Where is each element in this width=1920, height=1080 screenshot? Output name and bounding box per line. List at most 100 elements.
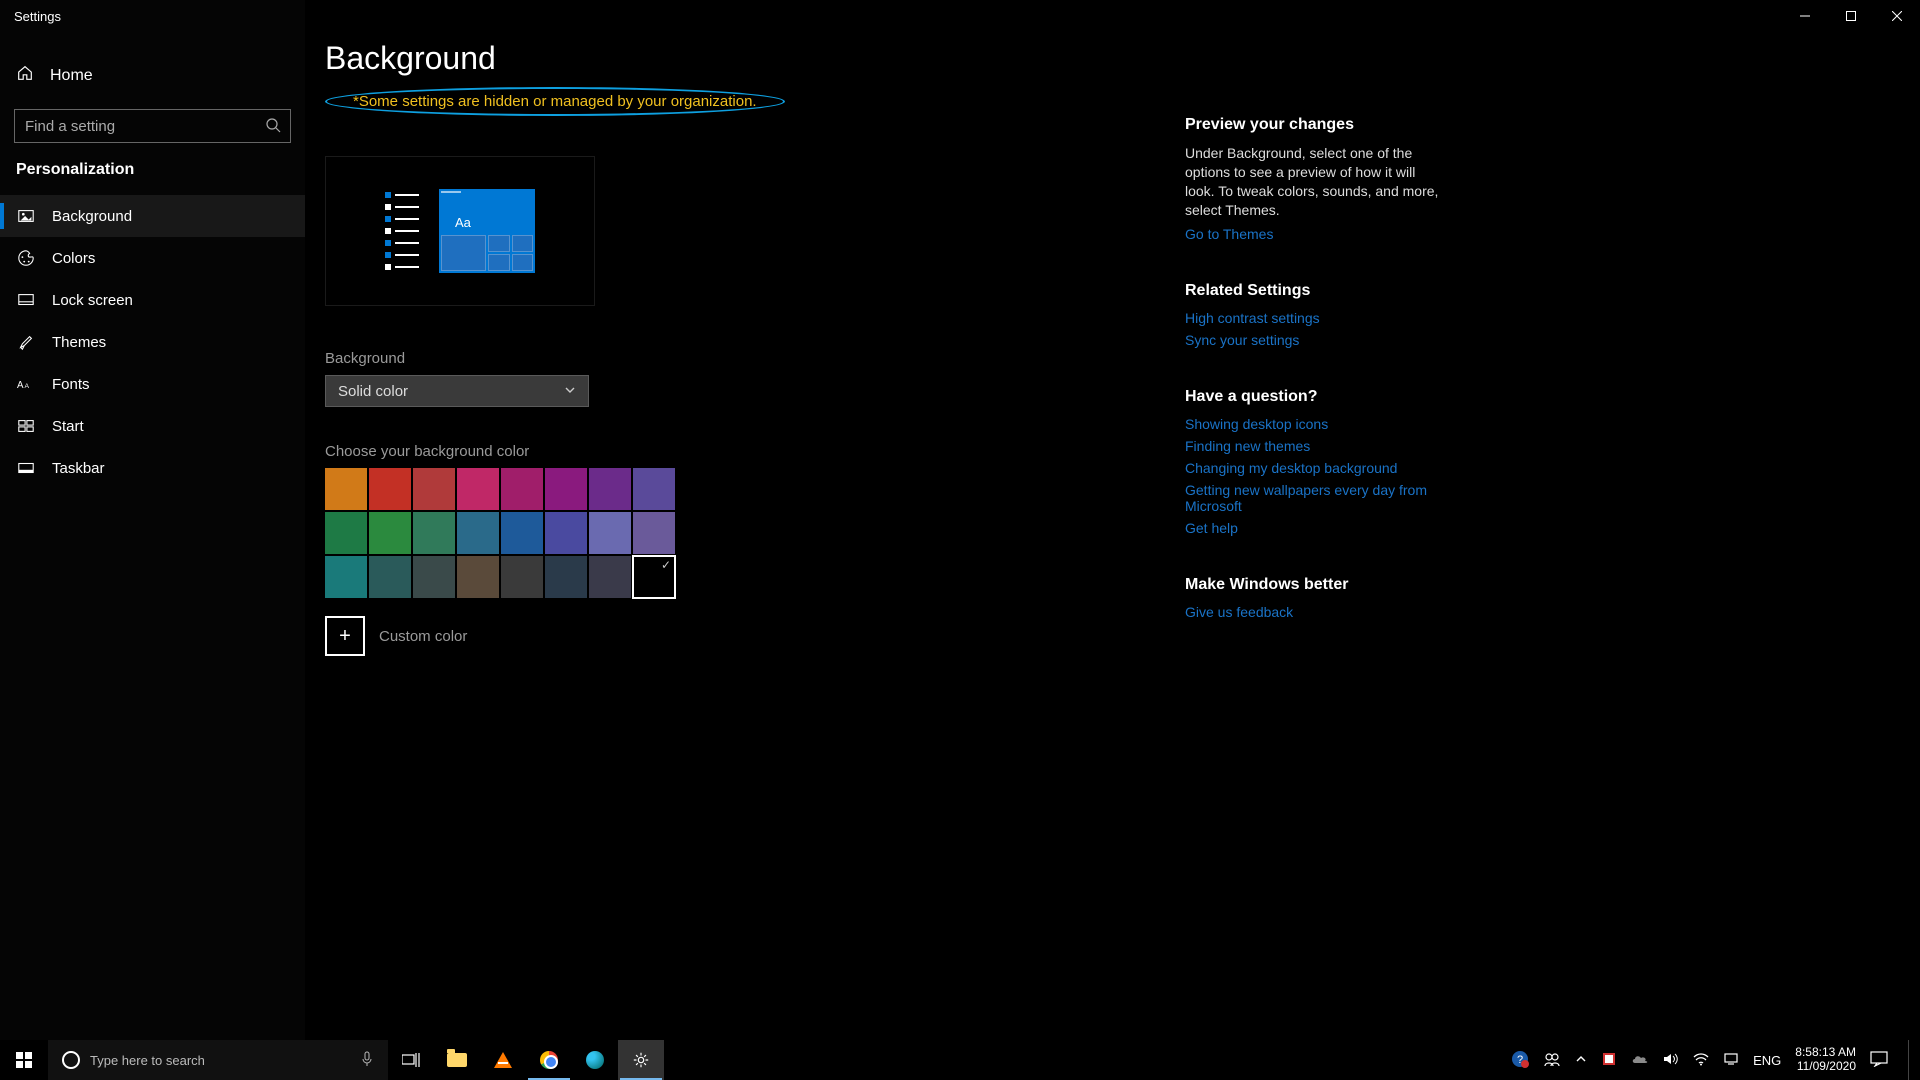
nav-item-colors[interactable]: Colors xyxy=(0,237,305,279)
color-swatch[interactable] xyxy=(369,512,411,554)
help-link[interactable]: Get help xyxy=(1185,520,1445,536)
page-title: Background xyxy=(325,40,1185,77)
help-link[interactable]: Getting new wallpapers every day from Mi… xyxy=(1185,482,1445,514)
go-to-themes-link[interactable]: Go to Themes xyxy=(1185,226,1445,242)
clock-date: 11/09/2020 xyxy=(1795,1060,1856,1074)
nav-item-taskbar[interactable]: Taskbar xyxy=(0,447,305,489)
sync-settings-link[interactable]: Sync your settings xyxy=(1185,332,1445,348)
nav-label: Background xyxy=(52,208,132,225)
taskbar-search-text: Type here to search xyxy=(90,1053,205,1068)
background-label: Background xyxy=(325,350,1185,367)
nav-item-background[interactable]: Background xyxy=(0,195,305,237)
chevron-down-icon xyxy=(564,383,576,400)
help-tray-icon[interactable]: ? xyxy=(1511,1050,1529,1071)
help-link[interactable]: Changing my desktop background xyxy=(1185,460,1445,476)
preview-heading: Preview your changes xyxy=(1185,116,1445,134)
chrome-button[interactable] xyxy=(526,1040,572,1080)
color-swatch[interactable] xyxy=(589,468,631,510)
taskbar-search[interactable]: Type here to search xyxy=(48,1040,388,1080)
nav-item-start[interactable]: Start xyxy=(0,405,305,447)
cortana-icon xyxy=(62,1051,80,1069)
wifi-tray-icon[interactable] xyxy=(1693,1052,1709,1069)
language-indicator[interactable]: ENG xyxy=(1753,1053,1781,1068)
taskbar: Type here to search ? ENG 8:58:13 AM 11/… xyxy=(0,1040,1920,1080)
nav-label: Lock screen xyxy=(52,292,133,309)
color-swatch[interactable] xyxy=(589,556,631,598)
swatch-label: Choose your background color xyxy=(325,443,1185,460)
question-heading: Have a question? xyxy=(1185,388,1445,406)
titlebar: Settings xyxy=(0,0,1920,32)
color-swatch[interactable] xyxy=(413,556,455,598)
chrome-icon xyxy=(540,1051,558,1069)
show-desktop-button[interactable] xyxy=(1908,1040,1914,1080)
settings-button[interactable] xyxy=(618,1040,664,1080)
color-swatch[interactable] xyxy=(457,512,499,554)
desktop-preview: Aa xyxy=(325,156,595,306)
background-dropdown[interactable]: Solid color xyxy=(325,375,589,407)
color-swatch[interactable] xyxy=(413,468,455,510)
feedback-link[interactable]: Give us feedback xyxy=(1185,604,1445,620)
color-swatch[interactable] xyxy=(545,468,587,510)
color-swatch-grid xyxy=(325,468,675,598)
better-heading: Make Windows better xyxy=(1185,576,1445,594)
file-explorer-button[interactable] xyxy=(434,1040,480,1080)
home-button[interactable]: Home xyxy=(0,54,305,97)
window-controls xyxy=(1782,0,1920,32)
org-warning: *Some settings are hidden or managed by … xyxy=(325,87,785,116)
volume-tray-icon[interactable] xyxy=(1663,1052,1679,1069)
window-title: Settings xyxy=(14,9,61,24)
brush-icon xyxy=(16,333,36,351)
vlc-button[interactable] xyxy=(480,1040,526,1080)
preview-sample-text: Aa xyxy=(455,215,471,230)
nav-item-lockscreen[interactable]: Lock screen xyxy=(0,279,305,321)
color-swatch[interactable] xyxy=(325,556,367,598)
nav-list: Background Colors Lock screen Themes AA … xyxy=(0,195,305,489)
color-swatch[interactable] xyxy=(501,512,543,554)
people-tray-icon[interactable] xyxy=(1543,1050,1561,1071)
start-icon xyxy=(16,417,36,435)
color-swatch[interactable] xyxy=(545,512,587,554)
color-swatch[interactable] xyxy=(633,556,675,598)
svg-text:A: A xyxy=(17,380,24,391)
minimize-button[interactable] xyxy=(1782,0,1828,32)
color-swatch[interactable] xyxy=(633,468,675,510)
color-swatch[interactable] xyxy=(325,512,367,554)
nav-label: Taskbar xyxy=(52,460,105,477)
nav-item-themes[interactable]: Themes xyxy=(0,321,305,363)
color-swatch[interactable] xyxy=(369,556,411,598)
color-swatch[interactable] xyxy=(457,468,499,510)
action-center-icon[interactable] xyxy=(1870,1051,1888,1070)
mic-icon[interactable] xyxy=(360,1051,374,1070)
security-tray-icon[interactable] xyxy=(1601,1051,1617,1070)
start-button[interactable] xyxy=(0,1040,48,1080)
search-input[interactable] xyxy=(14,109,291,143)
edge-button[interactable] xyxy=(572,1040,618,1080)
color-swatch[interactable] xyxy=(413,512,455,554)
close-button[interactable] xyxy=(1874,0,1920,32)
search-icon xyxy=(265,117,281,138)
help-link[interactable]: Showing desktop icons xyxy=(1185,416,1445,432)
custom-color-button[interactable]: + xyxy=(325,616,365,656)
maximize-button[interactable] xyxy=(1828,0,1874,32)
color-swatch[interactable] xyxy=(633,512,675,554)
network-tray-icon[interactable] xyxy=(1723,1052,1739,1069)
clock-time: 8:58:13 AM xyxy=(1795,1046,1856,1060)
color-swatch[interactable] xyxy=(589,512,631,554)
nav-item-fonts[interactable]: AA Fonts xyxy=(0,363,305,405)
help-link[interactable]: Finding new themes xyxy=(1185,438,1445,454)
tray-chevron-icon[interactable] xyxy=(1575,1053,1587,1068)
color-swatch[interactable] xyxy=(457,556,499,598)
task-view-button[interactable] xyxy=(388,1040,434,1080)
home-label: Home xyxy=(50,67,93,85)
color-swatch[interactable] xyxy=(501,468,543,510)
font-icon: AA xyxy=(16,375,36,393)
onedrive-tray-icon[interactable] xyxy=(1631,1053,1649,1068)
color-swatch[interactable] xyxy=(501,556,543,598)
home-icon xyxy=(16,64,34,87)
taskbar-clock[interactable]: 8:58:13 AM 11/09/2020 xyxy=(1795,1046,1856,1074)
color-swatch[interactable] xyxy=(369,468,411,510)
high-contrast-link[interactable]: High contrast settings xyxy=(1185,310,1445,326)
search-box[interactable] xyxy=(14,109,291,143)
color-swatch[interactable] xyxy=(325,468,367,510)
color-swatch[interactable] xyxy=(545,556,587,598)
